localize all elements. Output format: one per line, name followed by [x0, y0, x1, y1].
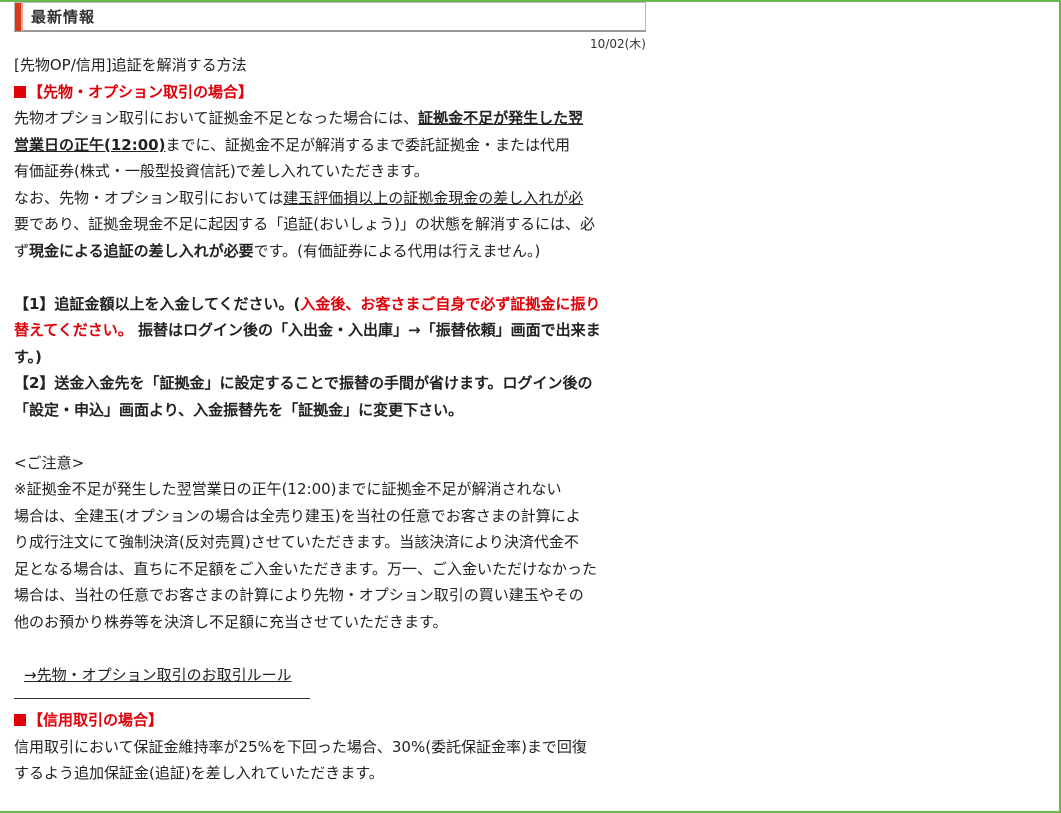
- news-date: 10/02(木): [590, 37, 646, 51]
- bold-text: 現金による追証の差し入れが必要: [29, 241, 254, 260]
- article-body: [先物OP/信用]追証を解消する方法 【先物・オプション取引の場合】 先物オプシ…: [14, 52, 646, 787]
- notice-line: ※証拠金不足が発生した翌営業日の正午(12:00)までに証拠金不足が解消されない: [14, 480, 562, 498]
- notice-line: 足となる場合は、直ちに不足額をご入金いただきます。万一、ご入金いただけなかった: [14, 559, 598, 578]
- paragraph-line: 営業日の正午(12:00)までに、証拠金不足が解消するまで委託証拠金・または代用: [14, 132, 646, 159]
- paragraph-line: 有価証券(株式・一般型投資信託)で差し入れていただきます。: [14, 162, 429, 180]
- paragraph-line: するよう追加保証金(追証)を差し入れていただきます。: [14, 764, 384, 782]
- red-square-icon: [14, 85, 26, 98]
- notice-line: 他のお預かり株券等を決済し不足額に充当させていただきます。: [14, 612, 448, 631]
- paragraph-line: 要であり、証拠金現金不足に起因する「追証(おいしょう)」の状態を解消するには、必: [14, 215, 595, 233]
- notice-line: り成行注文にて強制決済(反対売買)させていただきます。当該決済により決済代金不: [14, 533, 579, 551]
- step1-line: す。): [14, 347, 42, 366]
- divider: [14, 698, 310, 699]
- text-span: です。(有価証券による代用は行えません。): [253, 241, 541, 260]
- header-accent-bar: [15, 2, 23, 31]
- red-warning-text: 替えてください。: [14, 321, 133, 339]
- underlined-text: 建玉評価損以上の証拠金現金の差し入れが必: [283, 188, 584, 207]
- notice-heading: <ご注意>: [14, 453, 85, 472]
- emphasis-text: 証拠金不足が発生した翌: [418, 109, 584, 127]
- futures-rule-link[interactable]: →先物・オプション取引のお取引ルール: [24, 666, 292, 684]
- notice-line: 場合は、当社の任意でお客さまの計算により先物・オプション取引の買い建玉やその: [14, 586, 584, 604]
- step1-line: 【1】追証金額以上を入金してください。(入金後、お客さまご自身で必ず証拠金に振り: [14, 291, 646, 318]
- text-span: なお、先物・オプション取引においては: [14, 188, 284, 207]
- text-span: ず: [14, 241, 30, 260]
- section-heading-margin: 【信用取引の場合】: [14, 707, 646, 734]
- news-panel: 最新情報 10/02(木) [先物OP/信用]追証を解消する方法 【先物・オプシ…: [14, 2, 646, 813]
- news-header-title: 最新情報: [31, 8, 96, 26]
- paragraph-line: ず現金による追証の差し入れが必要です。(有価証券による代用は行えません。): [14, 238, 646, 265]
- paragraph-line: 信用取引において保証金維持率が25%を下回った場合、30%(委託保証金率)まで回…: [14, 737, 587, 756]
- notice-line: 場合は、全建玉(オプションの場合は全売り建玉)を当社の任意でお客さまの計算によ: [14, 506, 581, 525]
- red-warning-text: 入金後、お客さまご自身で必ず証拠金に振り: [300, 294, 601, 313]
- news-header: 最新情報: [14, 2, 646, 32]
- step2-line: 「設定・申込」画面より、入金振替先を「証拠金」に変更下さい。: [14, 400, 464, 419]
- text-span: 先物オプション取引において証拠金不足となった場合には、: [14, 109, 419, 127]
- emphasis-text: 営業日の正午(12:00): [14, 135, 166, 154]
- paragraph-line: 先物オプション取引において証拠金不足となった場合には、証拠金不足が発生した翌: [14, 105, 646, 132]
- text-span: 振替はログイン後の「入出金・入出庫」→「振替依頼」画面で出来ま: [138, 321, 601, 339]
- rule-link-row: →先物・オプション取引のお取引ルール: [14, 662, 646, 689]
- red-square-icon: [14, 714, 26, 726]
- section-heading-futures: 【先物・オプション取引の場合】: [14, 79, 646, 106]
- step1-line: 替えてください。 振替はログイン後の「入出金・入出庫」→「振替依頼」画面で出来ま: [14, 317, 646, 344]
- paragraph-line: なお、先物・オプション取引においては建玉評価損以上の証拠金現金の差し入れが必: [14, 185, 646, 212]
- section-heading-futures-text: 【先物・オプション取引の場合】: [28, 82, 254, 101]
- article-title: [先物OP/信用]追証を解消する方法: [14, 56, 247, 74]
- text-span: 【1】追証金額以上を入金してください。(: [14, 294, 301, 313]
- section-heading-margin-text: 【信用取引の場合】: [28, 711, 164, 729]
- step2-line: 【2】送金入金先を「証拠金」に設定することで振替の手間が省けます。ログイン後の: [14, 374, 593, 392]
- text-span: までに、証拠金不足が解消するまで委託証拠金・または代用: [165, 135, 571, 154]
